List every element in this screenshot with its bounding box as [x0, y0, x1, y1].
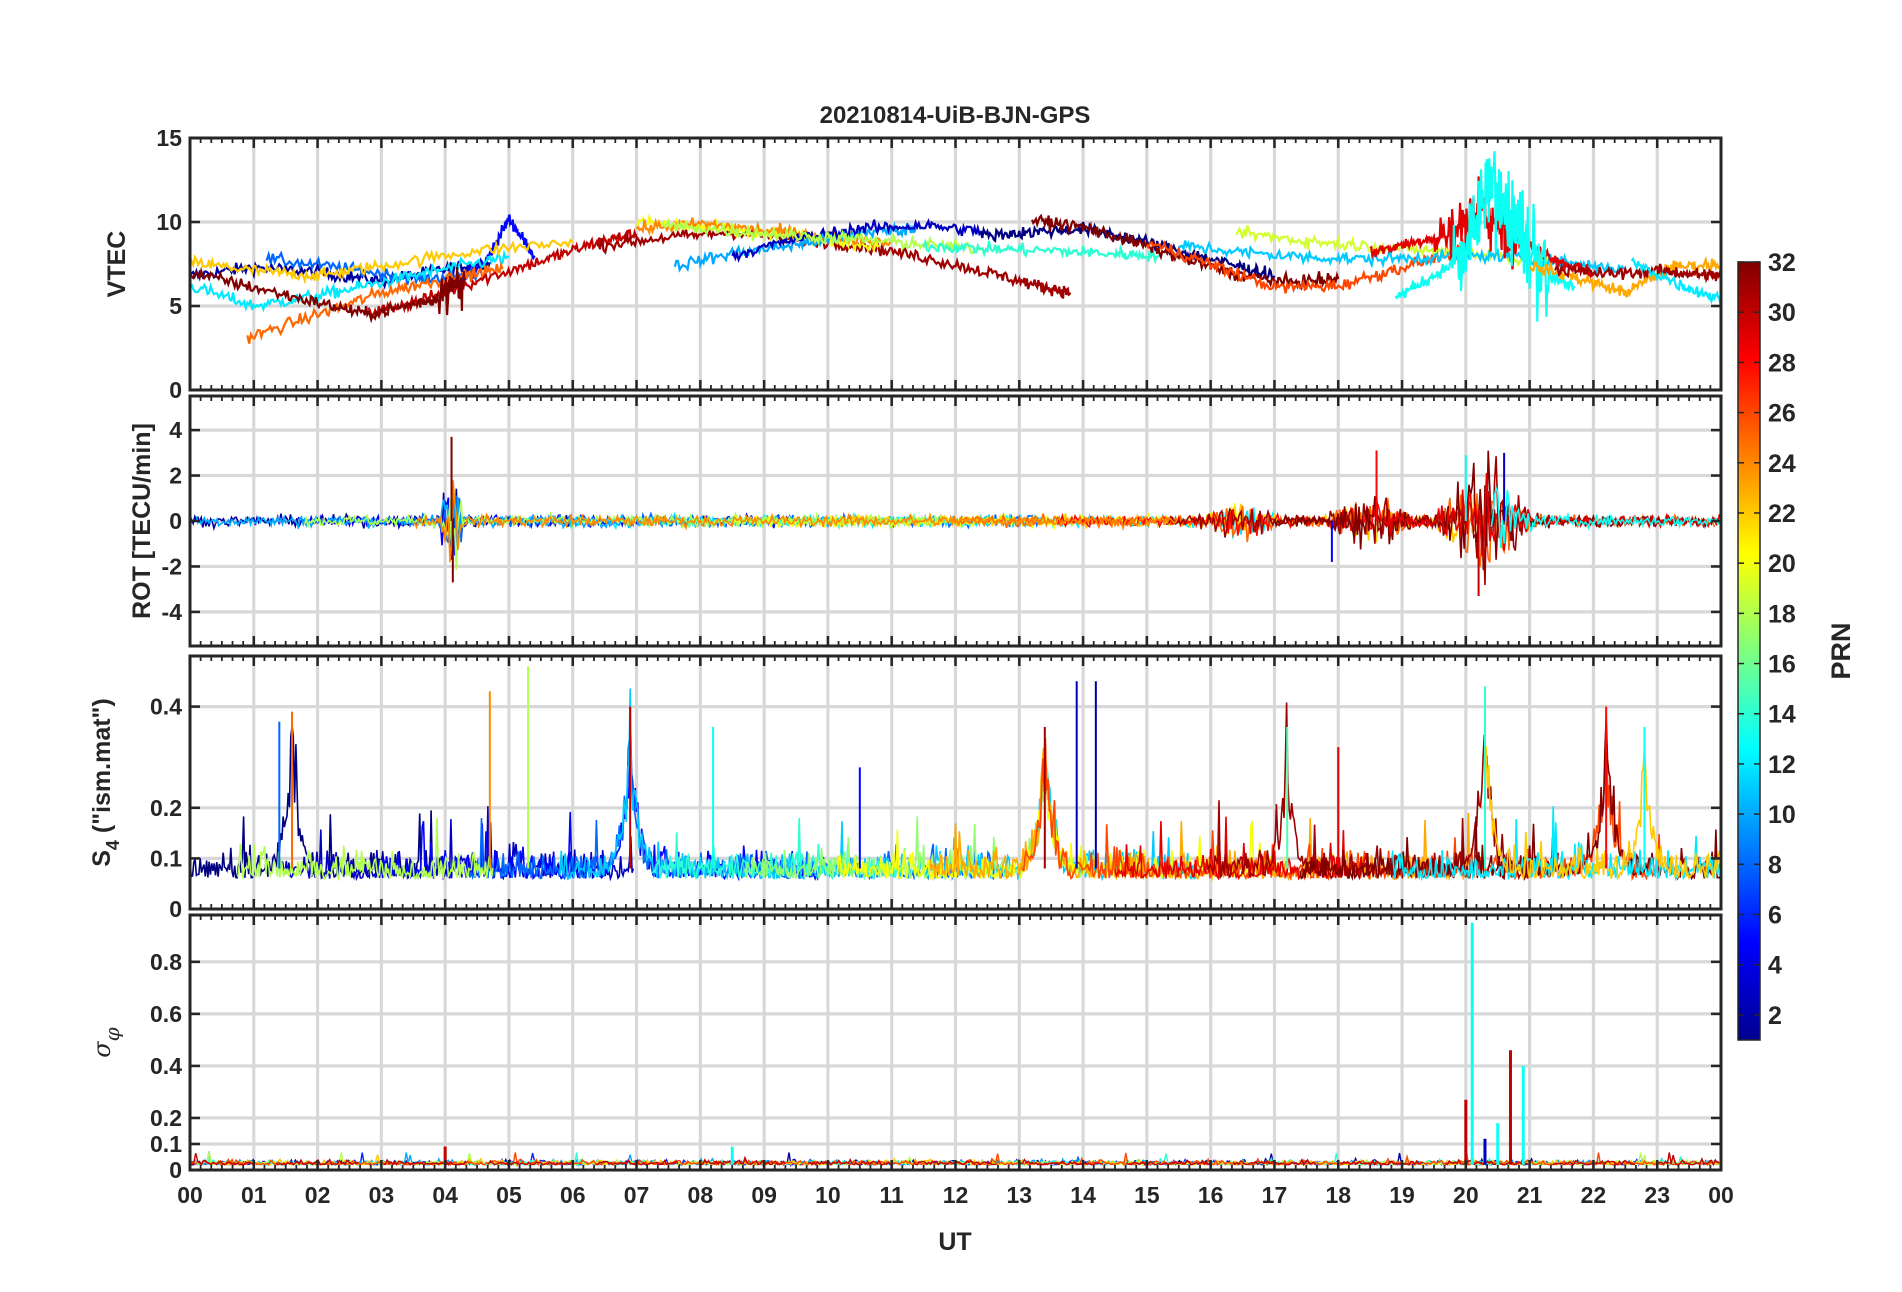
colorbar: 2468101214161820222426283032 PRN [1737, 249, 1856, 1041]
y-tick-label: 0 [169, 508, 182, 534]
x-tick-label: 21 [1517, 1182, 1543, 1208]
y-tick-label: 0.6 [150, 1001, 182, 1027]
x-tick-labels: 00 01 02 03 04 05 06 07 08 09 10 11 12 13 14 15 16 17 18 19… [177, 1182, 1734, 1208]
colorbar-tick-label: 30 [1768, 299, 1796, 327]
y-tick-label: 0.8 [150, 949, 182, 975]
x-tick-label: 03 [369, 1182, 395, 1208]
colorbar-tick-label: 10 [1768, 801, 1796, 829]
colorbar-tick-label: 28 [1768, 349, 1796, 377]
y-tick-label: 0 [169, 1157, 182, 1183]
x-tick-label: 05 [496, 1182, 522, 1208]
x-tick-label: 20 [1453, 1182, 1479, 1208]
x-tick-label: 15 [1134, 1182, 1160, 1208]
s4-series-prn-11 [559, 688, 1199, 882]
y-tick-label: 2 [169, 463, 182, 489]
colorbar-tick-label: 16 [1768, 651, 1796, 679]
y-tick-label: -2 [162, 553, 182, 579]
colorbar-tick-label: 18 [1768, 600, 1796, 628]
colorbar-tick-label: 32 [1768, 249, 1796, 277]
y-tick-label: 0.4 [150, 1053, 182, 1079]
x-tick-label: 02 [305, 1182, 331, 1208]
x-tick-label: 09 [751, 1182, 777, 1208]
y-tick-label: 0.2 [150, 795, 182, 821]
colorbar-tick-label: 12 [1768, 751, 1796, 779]
x-tick-label: 19 [1389, 1182, 1415, 1208]
colorbar-tick-label: 6 [1768, 902, 1782, 930]
x-tick-label: 13 [1006, 1182, 1032, 1208]
x-tick-label: 16 [1198, 1182, 1224, 1208]
y-axis-label-rot: ROT [TECU/min] [128, 423, 156, 619]
y-axis-label-s4: S4 ("ism.mat") [88, 698, 123, 867]
x-axis-label: UT [938, 1228, 971, 1256]
x-tick-label: 22 [1581, 1182, 1607, 1208]
vtec-series-prn-13 [1394, 151, 1576, 322]
panels: 051015VTEC-4-2024ROT [TECU/min]00.10.20.… [88, 125, 1723, 1183]
colorbar-gradient [1737, 261, 1761, 1041]
figure: 20210814-UiB-BJN-GPS 051015VTEC-4-2024RO… [88, 102, 1856, 1256]
colorbar-label: PRN [1826, 622, 1856, 679]
x-tick-label: 14 [1070, 1182, 1096, 1208]
rot-series-prn-18 [304, 498, 942, 570]
colorbar-tick-label: 14 [1768, 701, 1796, 729]
colorbar-tick-label: 22 [1768, 500, 1796, 528]
y-tick-label: 0.4 [150, 694, 182, 720]
y-tick-label: 0.2 [150, 1105, 182, 1131]
colorbar-tick-label: 8 [1768, 851, 1782, 879]
colorbar-tick-label: 24 [1768, 450, 1796, 478]
panel-s4: 0 0.1 0.2 0.4 S4 ("ism.mat") [88, 654, 1723, 922]
x-tick-label: 08 [688, 1182, 714, 1208]
y-axis-label-sigma_phi: σφ [88, 1027, 124, 1057]
y-tick-label: 0 [169, 896, 182, 922]
panel-sigma_phi: 00.10.2 0.4 0.6 0.8 σφ [88, 913, 1723, 1183]
x-tick-label: 23 [1644, 1182, 1670, 1208]
y-tick-label: 0.1 [150, 1131, 182, 1157]
x-tick-label: 11 [880, 1182, 905, 1208]
y-tick-label: 0 [169, 377, 182, 403]
y-axis-label-vtec: VTEC [103, 231, 131, 298]
chart-title: 20210814-UiB-BJN-GPS [820, 102, 1091, 129]
x-tick-label: 12 [943, 1182, 969, 1208]
panel-rot: -4 -2 0 2 4 ROT [TECU/min] [128, 394, 1723, 648]
y-tick-label: 4 [169, 417, 182, 443]
y-tick-label: 15 [156, 125, 182, 151]
y-tick-label: 5 [169, 293, 182, 319]
y-tick-label: 0.1 [150, 845, 182, 871]
x-tick-label: 18 [1325, 1182, 1351, 1208]
x-tick-label: 01 [241, 1182, 267, 1208]
colorbar-tick-label: 2 [1768, 1002, 1782, 1030]
x-tick-label: 04 [432, 1182, 458, 1208]
panel-vtec: 0 5 10 15 VTEC [103, 125, 1723, 403]
x-tick-label: 17 [1262, 1182, 1288, 1208]
y-tick-label: -4 [162, 599, 183, 625]
colorbar-tick-label: 20 [1768, 550, 1796, 578]
x-tick-label: 10 [815, 1182, 841, 1208]
x-tick-label: 00 [1708, 1182, 1734, 1208]
x-tick-label: 00 [177, 1182, 203, 1208]
s4-series-prn-31 [1206, 702, 1560, 881]
rot-series-prn-8 [406, 481, 1044, 544]
colorbar-tick-label: 26 [1768, 400, 1796, 428]
y-tick-label: 10 [156, 209, 182, 235]
x-tick-label: 07 [624, 1182, 650, 1208]
rot-series-prn-5 [297, 497, 808, 556]
colorbar-tick-label: 4 [1768, 952, 1782, 980]
x-tick-label: 06 [560, 1182, 586, 1208]
